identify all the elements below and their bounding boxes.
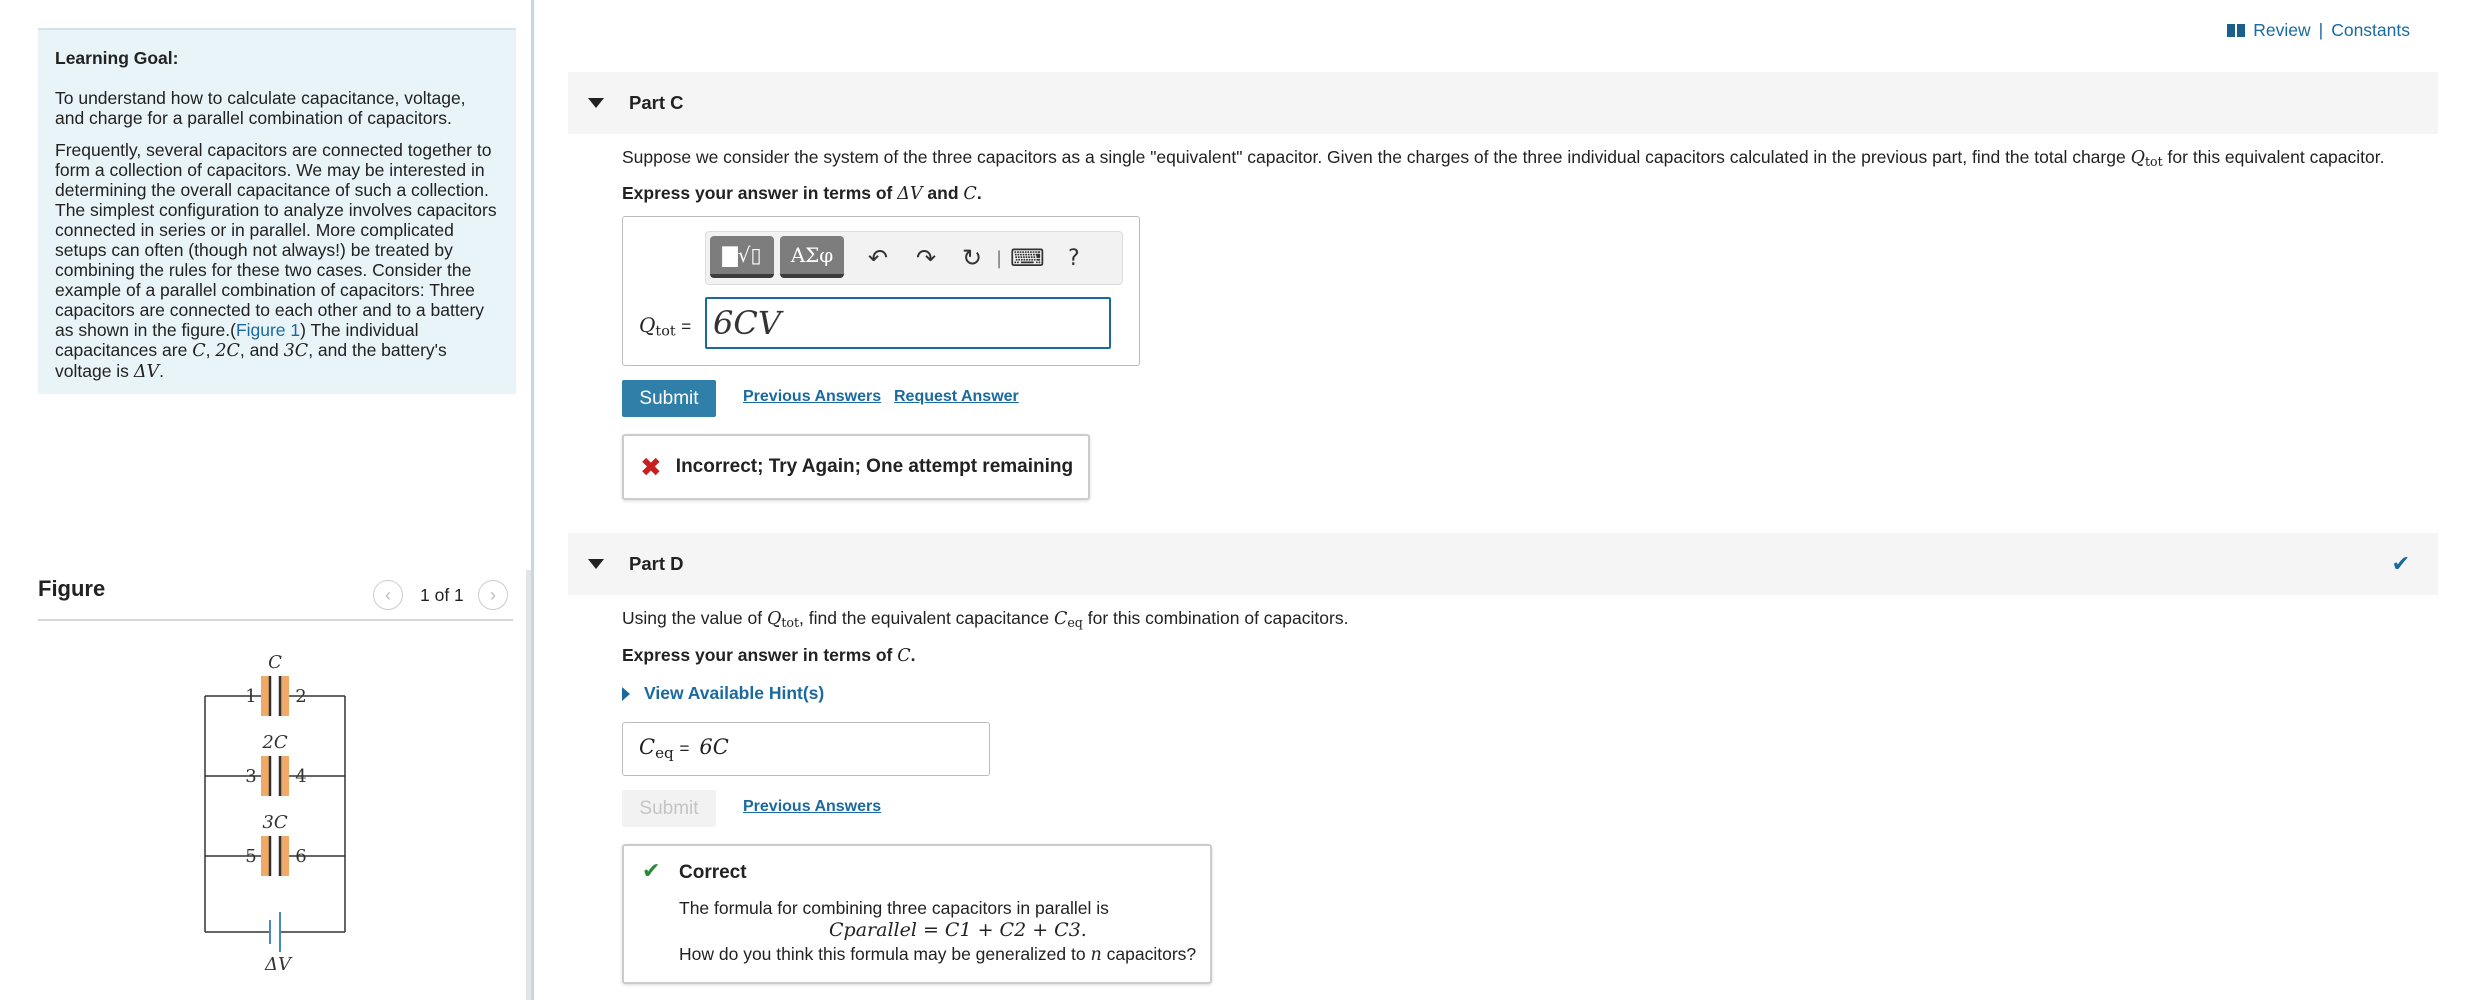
review-constants: Review | Constants [2227, 20, 2410, 41]
part-c-label: Part C [629, 92, 684, 113]
part-c-previous-answers-link[interactable]: Previous Answers [743, 388, 881, 406]
figure-divider [38, 619, 513, 621]
part-d-submit-button: Submit [622, 790, 716, 827]
learning-goal-intro: To understand how to calculate capacitan… [55, 88, 466, 128]
keyboard-icon[interactable]: ⌨ [1010, 244, 1045, 272]
completed-check-icon: ✔ [2391, 551, 2410, 576]
cap-label-3c: 3C [262, 812, 287, 833]
part-d-feedback-line-1: The formula for combining three capacito… [679, 898, 1109, 918]
part-d-label: Part D [629, 553, 684, 574]
part-d-feedback: ✔ Correct The formula for combining thre… [622, 844, 1212, 984]
part-d-question: Using the value of Qtot, find the equiva… [622, 608, 1349, 631]
reset-icon[interactable]: ↻ [962, 244, 982, 272]
figure-prev-button[interactable]: ‹ [373, 580, 403, 610]
parallel-formula: Cparallel = C1 + C2 + C3. [829, 919, 1087, 941]
part-d-express: Express your answer in terms of C. [622, 645, 916, 666]
learning-goal-body: Frequently, several capacitors are conne… [55, 140, 497, 382]
figure-next-button[interactable]: › [478, 580, 508, 610]
panel-divider[interactable] [531, 0, 534, 1000]
review-separator: | [2318, 20, 2324, 40]
part-c-feedback: ✖ Incorrect; Try Again; One attempt rema… [622, 434, 1090, 500]
part-d-header[interactable]: Part D ✔ [568, 533, 2438, 595]
greek-symbols-button[interactable]: ΑΣφ [780, 236, 844, 278]
part-d-answer-box: Ceq = 6C [622, 722, 990, 776]
part-d-feedback-line-3: How do you think this formula may be gen… [679, 944, 1197, 965]
figure-title: Figure [38, 576, 106, 601]
figure-1-link[interactable]: Figure 1 [236, 320, 300, 340]
terminal-1: 1 [245, 686, 256, 707]
part-d-feedback-title: Correct [679, 862, 747, 883]
part-c-header[interactable]: Part C [568, 72, 2438, 134]
part-d-previous-answers-link[interactable]: Previous Answers [743, 798, 881, 816]
learning-goal-box: Learning Goal: To understand how to calc… [38, 28, 516, 394]
math-toolbar: ▇√▯ ΑΣφ ↶ ↷ ↻ | ⌨ ? [705, 231, 1123, 285]
part-c-question: Suppose we consider the system of the th… [622, 147, 2385, 170]
chevron-right-icon: › [490, 584, 496, 605]
incorrect-x-icon: ✖ [640, 451, 662, 482]
left-panel: Learning Goal: To understand how to calc… [0, 0, 531, 1000]
view-hints-toggle[interactable]: View Available Hint(s) [622, 683, 824, 704]
cap-label-2c: 2C [261, 732, 287, 753]
book-icon [2227, 24, 2246, 37]
battery [269, 912, 281, 952]
toolbar-separator: | [996, 248, 1003, 269]
templates-button[interactable]: ▇√▯ [710, 236, 774, 278]
caret-right-icon [622, 686, 630, 701]
help-icon[interactable]: ? [1068, 246, 1080, 271]
figure-page-indicator: 1 of 1 [420, 585, 464, 605]
q-tot-label: Qtot = [639, 313, 692, 340]
circuit-figure: C 2C 3C 1 2 3 4 5 6 ΔV [204, 652, 346, 975]
review-link[interactable]: Review [2253, 20, 2310, 41]
capacitor-2c [261, 756, 289, 796]
part-c-express: Express your answer in terms of ΔV and C… [622, 183, 982, 204]
part-c-request-answer-link[interactable]: Request Answer [894, 388, 1019, 406]
terminal-3: 3 [245, 766, 256, 787]
capacitor-c [261, 676, 289, 716]
chevron-left-icon: ‹ [385, 584, 391, 605]
part-c-submit-button[interactable]: Submit [622, 380, 716, 417]
redo-icon[interactable]: ↷ [916, 244, 936, 272]
terminal-6: 6 [295, 846, 306, 867]
constants-link[interactable]: Constants [2331, 20, 2410, 41]
part-c-feedback-text: Incorrect; Try Again; One attempt remain… [675, 456, 1074, 477]
caret-down-icon [588, 98, 604, 108]
capacitor-3c [261, 836, 289, 876]
learning-goal-title: Learning Goal: [55, 48, 179, 68]
terminal-2: 2 [295, 686, 306, 707]
correct-check-icon: ✔ [642, 858, 661, 883]
terminal-4: 4 [295, 766, 306, 787]
cap-label-c: C [268, 652, 282, 673]
q-tot-input[interactable]: 6CV [705, 297, 1111, 349]
undo-icon[interactable]: ↶ [868, 244, 888, 272]
battery-label: ΔV [264, 954, 293, 975]
part-c-answer-box: ▇√▯ ΑΣφ ↶ ↷ ↻ | ⌨ ? Qtot = 6CV [622, 216, 1140, 366]
c-eq-value: 6C [699, 735, 729, 759]
c-eq-label: Ceq [639, 735, 674, 762]
caret-down-icon [588, 559, 604, 569]
terminal-5: 5 [245, 846, 256, 867]
